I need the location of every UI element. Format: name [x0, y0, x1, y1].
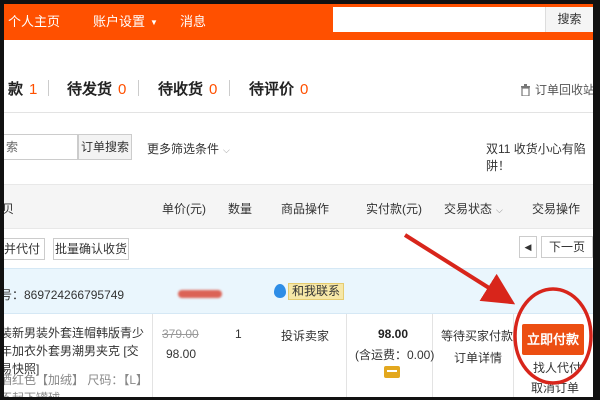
more-filters-label: 更多筛选条件: [147, 142, 220, 156]
column-divider: [152, 314, 153, 400]
shipping-fee: (含运费：0.00): [355, 348, 435, 362]
friend-pay-link[interactable]: 找人代付: [533, 359, 581, 376]
pay-now-button[interactable]: 立即付款: [522, 324, 584, 355]
col-unit-price: 单价(元): [162, 202, 206, 216]
tab-count: 0: [300, 81, 309, 98]
col-quantity: 数量: [228, 202, 253, 216]
col-trade-status[interactable]: 交易状态 ⌵: [444, 200, 503, 217]
order-search-input[interactable]: 索: [0, 134, 78, 160]
tab-to-receive[interactable]: 待收货 0: [158, 78, 217, 99]
shop-name-redacted: [178, 290, 222, 298]
tab-separator: [48, 80, 49, 96]
order-detail-link[interactable]: 订单详情: [454, 349, 502, 366]
tab-pending-payment[interactable]: 款1: [8, 78, 37, 99]
unit-price: 98.00: [166, 347, 197, 361]
tab-to-review[interactable]: 待评价 0: [249, 78, 308, 99]
quantity: 1: [235, 327, 242, 341]
chevron-down-icon: ⌵: [223, 145, 230, 155]
original-price: 379.00: [162, 327, 199, 341]
nav-account-menu[interactable]: 账户设置 ▼: [93, 11, 158, 30]
nav-messages-link[interactable]: 消息: [180, 11, 206, 30]
prev-page-button[interactable]: ◀: [519, 236, 537, 258]
chat-icon: [274, 284, 286, 298]
order-status-tabs: 款1 待发货 0 待收货 0 待评价 0: [0, 64, 600, 99]
item-title-link[interactable]: 装新男装外套连帽韩版青少年加衣外套男潮男夹克 [交易快照]: [0, 324, 145, 378]
tab-count: 0: [118, 81, 127, 98]
complain-seller-link[interactable]: 投诉卖家: [281, 327, 329, 344]
divider: [0, 112, 600, 113]
chevron-left-icon: ◀: [524, 242, 532, 252]
card-icon[interactable]: [384, 366, 400, 378]
frame-border: [593, 0, 600, 400]
contact-label: 和我联系: [288, 283, 345, 300]
recycle-bin-link[interactable]: 订单回收站: [520, 81, 595, 98]
tab-separator: [229, 80, 230, 96]
tab-count: 0: [209, 81, 218, 98]
top-search-input[interactable]: [333, 7, 545, 32]
frame-border: [0, 0, 4, 400]
column-divider: [346, 314, 347, 400]
more-filters-toggle[interactable]: 更多筛选条件 ⌵: [147, 140, 230, 157]
col-paid: 实付款(元): [366, 202, 422, 216]
trade-status: 等待买家付款: [441, 329, 514, 343]
tab-count: 1: [29, 81, 38, 98]
col-trade-status-label: 交易状态: [444, 202, 493, 216]
contact-seller-button[interactable]: 和我联系: [274, 283, 345, 300]
frame-border: [0, 0, 600, 4]
order-number: 号：869724266795749: [0, 288, 125, 302]
promo-notice-link[interactable]: 双11 收货小心有陷阱！: [486, 140, 600, 174]
order-page: 个人主页 账户设置 ▼ 消息 搜索 款1 待发货 0 待收货 0 待评价 0 订单回收站…: [0, 0, 600, 400]
batch-confirm-receipt-button[interactable]: 批量确认收货: [53, 238, 129, 260]
top-nav-bar: 个人主页 账户设置 ▼ 消息 搜索: [0, 0, 600, 40]
nav-account-label: 账户设置: [93, 14, 146, 29]
col-trade-actions: 交易操作: [532, 202, 581, 216]
top-search-button[interactable]: 搜索: [545, 7, 593, 32]
tab-label: 款: [8, 81, 24, 98]
nav-home-link[interactable]: 个人主页: [8, 11, 60, 30]
order-search-button[interactable]: 订单搜索: [78, 134, 132, 160]
next-page-button[interactable]: 下一页: [541, 236, 593, 258]
tab-label: 待收货: [158, 81, 204, 98]
column-divider: [513, 314, 514, 400]
caret-down-icon: ▼: [150, 18, 158, 28]
trash-icon: [521, 84, 530, 97]
merge-pay-button[interactable]: 并代付: [0, 238, 45, 260]
col-item-ops: 商品操作: [281, 202, 330, 216]
tab-label: 待评价: [249, 81, 295, 98]
tab-to-ship[interactable]: 待发货 0: [67, 78, 126, 99]
order-table-header: 贝 单价(元) 数量 商品操作 实付款(元) 交易状态 ⌵ 交易操作: [0, 184, 600, 229]
tab-label: 待发货: [67, 81, 113, 98]
order-header: 号：869724266795749 和我联系: [0, 268, 600, 314]
item-spec: 酒红色【加绒】 尺码：【L】不起下罐球: [0, 373, 143, 400]
cancel-order-link[interactable]: 取消订单: [531, 379, 579, 396]
paid-amount: 98.00: [378, 327, 409, 341]
chevron-down-icon: ⌵: [496, 205, 503, 215]
recycle-bin-label: 订单回收站: [535, 83, 596, 97]
tab-separator: [138, 80, 139, 96]
